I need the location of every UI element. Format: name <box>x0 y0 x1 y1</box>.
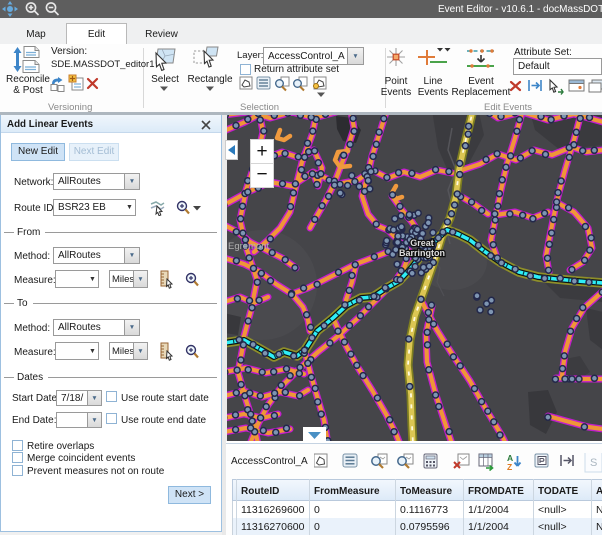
svg-text:Z: Z <box>507 462 512 472</box>
svg-text:S: S <box>590 457 597 469</box>
svg-text:Barrington: Barrington <box>399 248 445 258</box>
svg-text:Great: Great <box>410 238 434 248</box>
svg-text:Egremont: Egremont <box>228 241 270 252</box>
